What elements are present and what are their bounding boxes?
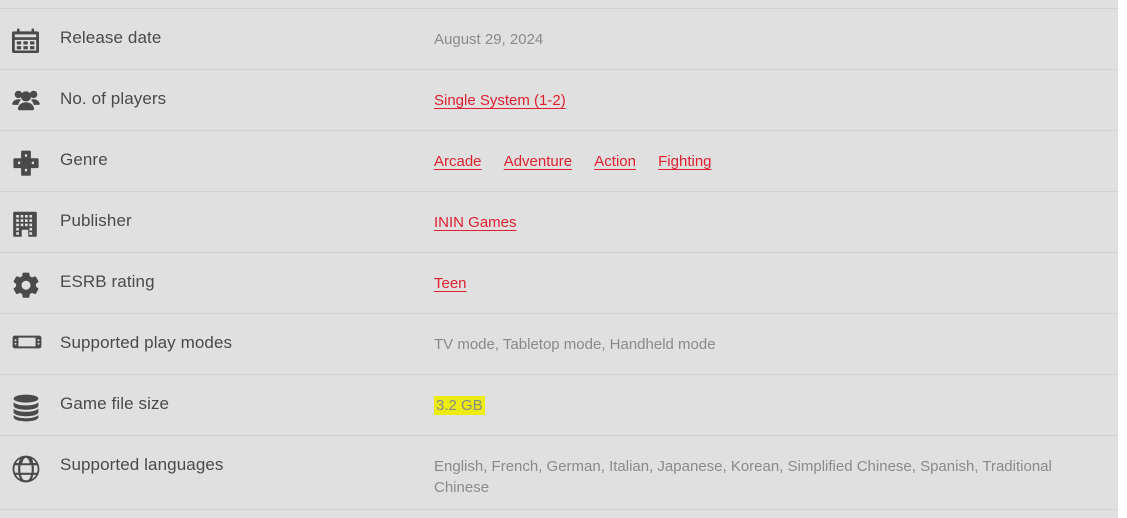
genre-link-arcade[interactable]: Arcade	[434, 151, 482, 172]
release-date-value: August 29, 2024	[434, 31, 544, 48]
globe-icon	[0, 436, 60, 483]
spec-value: English, French, German, Italian, Japane…	[434, 436, 1118, 498]
table-row: Release date August 29, 2024	[0, 8, 1118, 69]
table-top-sliver	[0, 0, 1118, 8]
spec-value: 3.2 GB	[434, 375, 1118, 416]
genre-link-fighting[interactable]: Fighting	[658, 151, 711, 172]
table-row: Publisher ININ Games	[0, 191, 1118, 252]
table-row: Supported play modes TV mode, Tabletop m…	[0, 313, 1118, 374]
page-right-gutter	[1118, 0, 1127, 518]
table-row: No. of players Single System (1-2)	[0, 69, 1118, 130]
handheld-console-icon	[0, 314, 60, 351]
spec-value: Teen	[434, 253, 1118, 294]
spec-label: Supported languages	[60, 455, 224, 474]
table-row: Supported languages English, French, Ger…	[0, 435, 1118, 517]
play-modes-value: TV mode, Tabletop mode, Handheld mode	[434, 336, 716, 353]
dpad-icon	[0, 131, 60, 176]
building-icon	[0, 192, 60, 237]
players-group-icon	[0, 70, 60, 111]
spec-value: TV mode, Tabletop mode, Handheld mode	[434, 314, 1118, 355]
spec-label: Publisher	[60, 211, 132, 230]
game-file-size-value: 3.2 GB	[434, 396, 485, 415]
spec-value: August 29, 2024	[434, 9, 1118, 50]
spec-label: Genre	[60, 150, 108, 169]
gear-icon	[0, 253, 60, 300]
esrb-rating-link[interactable]: Teen	[434, 273, 467, 294]
spec-value: Single System (1-2)	[434, 70, 1118, 111]
table-bottom-divider	[0, 509, 1118, 510]
spec-value: Arcade Adventure Action Fighting	[434, 131, 1118, 172]
genre-link-adventure[interactable]: Adventure	[504, 151, 572, 172]
table-row: Game file size 3.2 GB	[0, 374, 1118, 435]
game-spec-table: Release date August 29, 2024 No. of play…	[0, 0, 1127, 518]
table-row: ESRB rating Teen	[0, 252, 1118, 313]
table-row: Genre Arcade Adventure Action Fighting	[0, 130, 1118, 191]
spec-label: Game file size	[60, 394, 170, 413]
spec-label: No. of players	[60, 89, 167, 108]
genre-link-action[interactable]: Action	[594, 151, 636, 172]
spec-label: Release date	[60, 28, 162, 47]
players-link[interactable]: Single System (1-2)	[434, 90, 566, 111]
calendar-icon	[0, 9, 60, 54]
database-icon	[0, 375, 60, 422]
languages-value: English, French, German, Italian, Japane…	[434, 458, 1052, 496]
spec-label: Supported play modes	[60, 333, 233, 352]
spec-label: ESRB rating	[60, 272, 155, 291]
publisher-link[interactable]: ININ Games	[434, 212, 517, 233]
spec-value: ININ Games	[434, 192, 1118, 233]
